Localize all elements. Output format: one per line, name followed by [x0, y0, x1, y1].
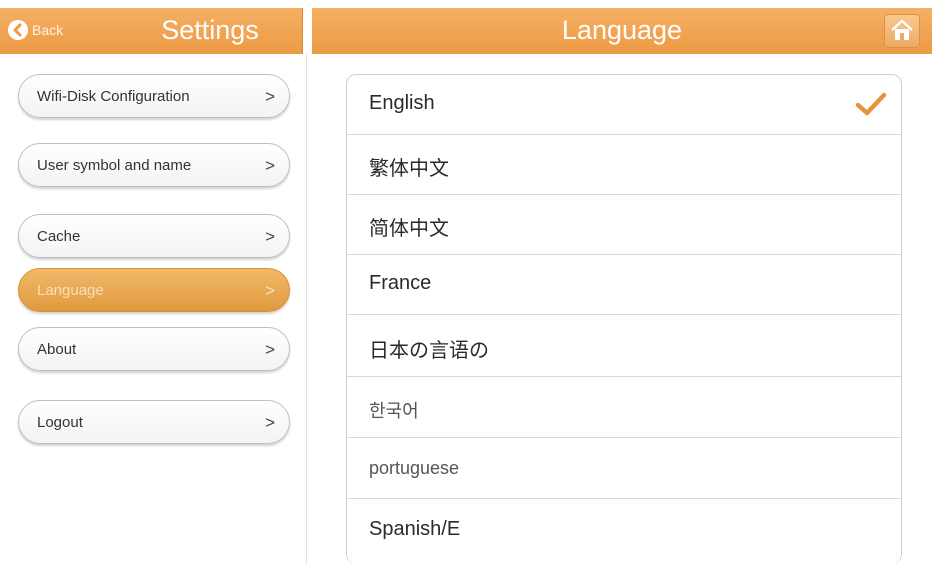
language-label: Spanish/E [369, 518, 461, 540]
chevron-right-icon: > [265, 156, 275, 175]
sidebar-item-label: Cache [37, 228, 81, 245]
language-label: 简体中文 [369, 218, 449, 240]
page-title: Language [561, 15, 683, 45]
home-button[interactable] [884, 14, 920, 48]
sidebar-item-label: Logout [37, 414, 83, 431]
language-label: 日本の言语の [369, 340, 489, 362]
sidebar-item-wifi-disk-configuration[interactable]: Wifi-Disk Configuration > [18, 74, 290, 118]
language-option-portuguese[interactable]: portuguese [347, 439, 901, 499]
sidebar-item-label: Language [37, 282, 104, 299]
home-icon [891, 19, 913, 40]
checkmark-icon [855, 92, 887, 116]
sidebar-item-language[interactable]: Language > [18, 268, 290, 312]
chevron-right-icon: > [265, 227, 275, 246]
sidebar-item-label: About [37, 341, 77, 358]
sidebar-item-about[interactable]: About > [18, 327, 290, 371]
sidebar-item-user-symbol-and-name[interactable]: User symbol and name > [18, 143, 290, 187]
chevron-right-icon: > [265, 413, 275, 432]
back-label: Back [32, 22, 64, 38]
language-option-spanish[interactable]: Spanish/E [347, 501, 901, 561]
language-header: Language [312, 8, 932, 54]
settings-title: Settings [161, 15, 259, 45]
language-label: France [369, 272, 432, 294]
chevron-right-icon: > [265, 87, 275, 106]
back-button[interactable]: Back [8, 18, 84, 44]
sidebar-item-cache[interactable]: Cache > [18, 214, 290, 258]
language-label: portuguese [369, 458, 460, 478]
language-list: English 繁体中文 简体中文 France 日本の言语の 한국어 port… [346, 74, 902, 564]
settings-header: Back Settings [0, 8, 303, 54]
sidebar-item-label: User symbol and name [37, 157, 192, 174]
language-option-english[interactable]: English [347, 75, 901, 135]
language-label: 繁体中文 [369, 158, 449, 180]
back-arrow-icon [8, 20, 28, 40]
language-option-japanese[interactable]: 日本の言语の [347, 317, 901, 377]
language-option-korean[interactable]: 한국어 [347, 378, 901, 438]
chevron-right-icon: > [265, 340, 275, 359]
language-option-simplified-chinese[interactable]: 简体中文 [347, 195, 901, 255]
language-option-france[interactable]: France [347, 255, 901, 315]
language-label: 한국어 [369, 401, 419, 421]
chevron-right-icon: > [265, 281, 275, 300]
pane-divider [306, 54, 307, 565]
sidebar-item-logout[interactable]: Logout > [18, 400, 290, 444]
language-option-traditional-chinese[interactable]: 繁体中文 [347, 135, 901, 195]
sidebar-item-label: Wifi-Disk Configuration [37, 88, 190, 105]
language-label: English [369, 92, 435, 114]
header-bar: Back Settings Language [0, 8, 932, 54]
